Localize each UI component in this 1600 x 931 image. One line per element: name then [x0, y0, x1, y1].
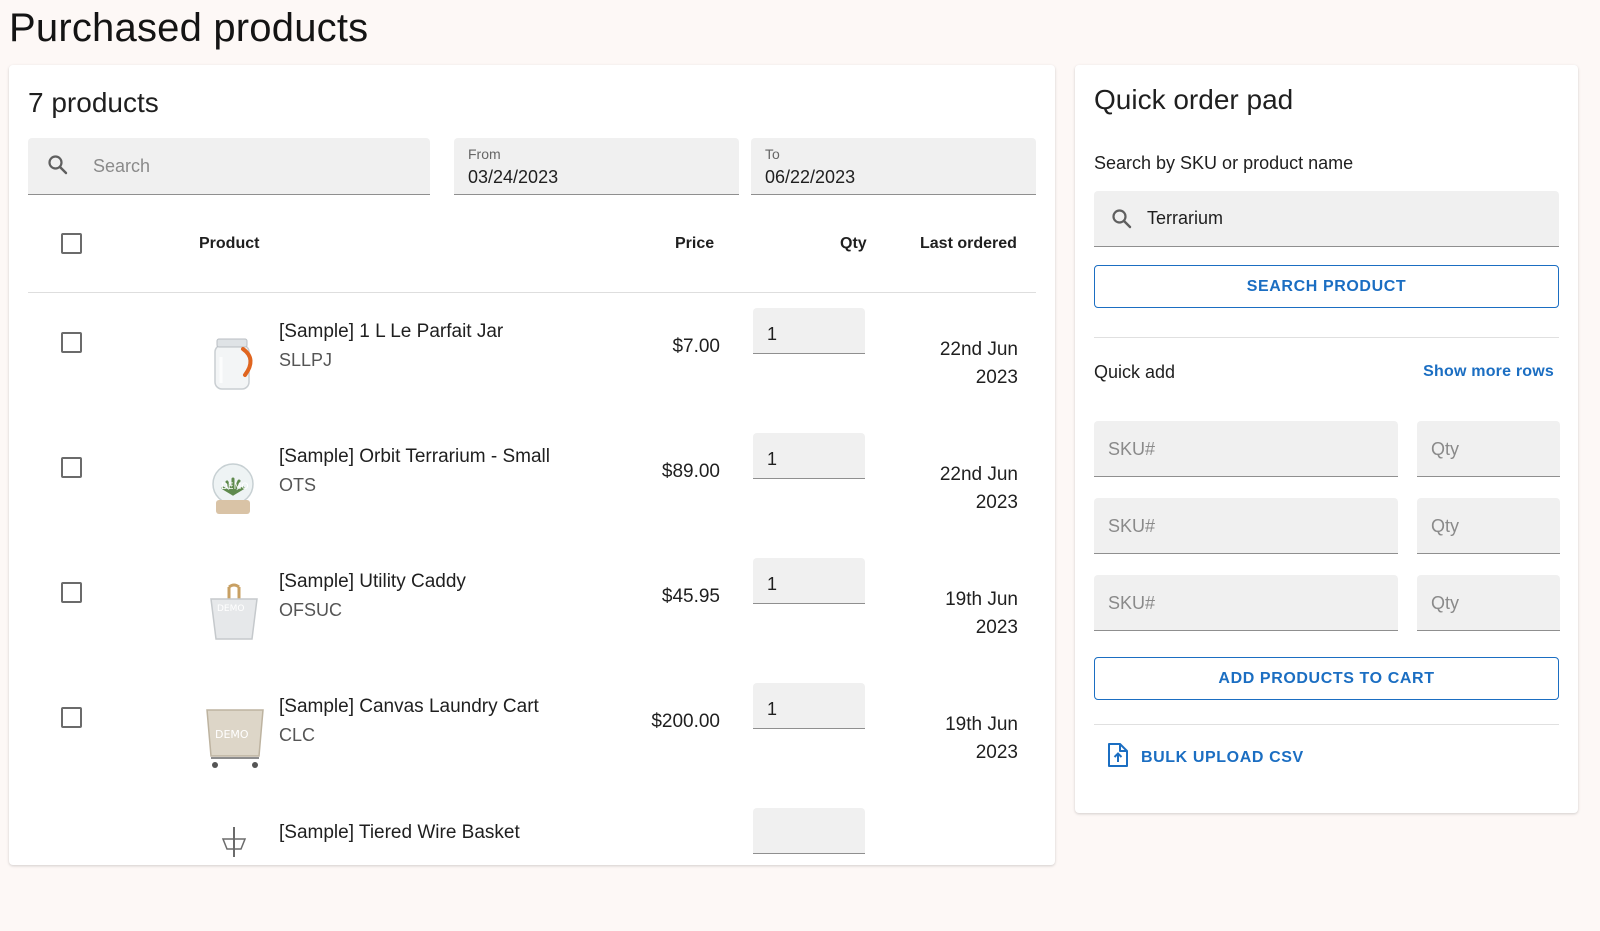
qty-value: 1 — [767, 449, 778, 469]
product-name[interactable]: [Sample] 1 L Le Parfait Jar — [279, 321, 503, 343]
qty-value: 1 — [767, 324, 778, 344]
last-ordered-day: 19th Jun — [945, 589, 1018, 610]
qty-placeholder: Qty — [1431, 439, 1460, 459]
sku-input[interactable]: SKU# — [1094, 498, 1398, 554]
svg-text:DEMO: DEMO — [221, 482, 248, 492]
product-price: $200.00 — [651, 711, 720, 732]
product-price: $89.00 — [661, 461, 720, 482]
search-icon — [1110, 207, 1134, 231]
to-date-field[interactable]: To 06/22/2023 — [751, 138, 1036, 195]
last-ordered: 19th Jun 2023 — [898, 586, 1018, 642]
sku-input[interactable]: SKU# — [1094, 575, 1398, 631]
product-name[interactable]: [Sample] Tiered Wire Basket — [279, 822, 520, 844]
from-date-field[interactable]: From 03/24/2023 — [454, 138, 739, 195]
qty-input[interactable]: Qty — [1417, 421, 1560, 477]
quick-order-title: Quick order pad — [1094, 84, 1294, 115]
table-row: [Sample] Tiered Wire Basket — [9, 807, 1055, 931]
last-ordered-day: 22nd Jun — [939, 464, 1018, 485]
terrarium-thumbnail: DEMO — [199, 452, 269, 522]
sku-placeholder: SKU# — [1108, 593, 1156, 613]
product-price: $45.95 — [661, 586, 720, 607]
jar-thumbnail — [199, 327, 269, 397]
sku-placeholder: SKU# — [1108, 439, 1156, 459]
header-product[interactable]: Product — [199, 235, 259, 253]
purchased-products-card: 7 products Search From 03/24/2023 To 06/… — [9, 65, 1055, 865]
last-ordered: 22nd Jun 2023 — [898, 461, 1018, 517]
product-name[interactable]: [Sample] Utility Caddy — [279, 571, 466, 593]
laundry-cart-thumbnail: DEMO — [199, 702, 269, 772]
qty-placeholder: Qty — [1431, 516, 1460, 536]
product-sku: CLC — [279, 725, 316, 745]
last-ordered-year: 2023 — [975, 617, 1018, 638]
sku-search-label: Search by SKU or product name — [1094, 153, 1354, 173]
search-placeholder: Search — [93, 156, 151, 176]
header-qty[interactable]: Qty — [840, 235, 867, 253]
qty-input[interactable]: 1 — [753, 558, 865, 604]
row-checkbox[interactable] — [61, 582, 82, 603]
caddy-thumbnail: DEMO — [199, 577, 269, 647]
header-price[interactable]: Price — [675, 235, 714, 253]
product-sku: OFSUC — [279, 600, 342, 620]
quick-order-pad-card: Quick order pad Search by SKU or product… — [1075, 65, 1578, 813]
svg-text:DEMO: DEMO — [215, 728, 249, 741]
page-title: Purchased products — [9, 6, 369, 50]
header-divider — [28, 292, 1036, 293]
last-ordered-year: 2023 — [975, 367, 1018, 388]
table-row: DEMO [Sample] Canvas Laundry Cart CLC $2… — [9, 682, 1055, 806]
bulk-upload-csv-button[interactable]: BULK UPLOAD CSV — [1107, 742, 1304, 773]
select-all-checkbox[interactable] — [61, 233, 82, 254]
row-checkbox[interactable] — [61, 707, 82, 728]
search-icon — [46, 153, 70, 177]
last-ordered: 22nd Jun 2023 — [898, 336, 1018, 392]
qty-placeholder: Qty — [1431, 593, 1460, 613]
header-last-ordered[interactable]: Last ordered — [920, 235, 1017, 253]
sku-placeholder: SKU# — [1108, 516, 1156, 536]
product-sku: OTS — [279, 475, 317, 495]
qty-input[interactable]: 1 — [753, 433, 865, 479]
table-row: [Sample] 1 L Le Parfait Jar SLLPJ $7.00 … — [9, 307, 1055, 431]
qty-input[interactable]: Qty — [1417, 575, 1560, 631]
sku-search-input[interactable]: Terrarium — [1094, 191, 1559, 247]
to-label: To — [765, 146, 780, 162]
qty-input[interactable]: 1 — [753, 683, 865, 729]
last-ordered-year: 2023 — [975, 742, 1018, 763]
section-divider — [1094, 337, 1559, 338]
from-label: From — [468, 146, 501, 162]
show-more-rows-link[interactable]: Show more rows — [1423, 363, 1554, 381]
qty-input[interactable]: 1 — [753, 308, 865, 354]
product-name[interactable]: [Sample] Orbit Terrarium - Small — [279, 446, 550, 468]
qty-input[interactable] — [753, 808, 865, 854]
last-ordered-day: 22nd Jun — [939, 339, 1018, 360]
last-ordered-year: 2023 — [975, 492, 1018, 513]
last-ordered-day: 19th Jun — [945, 714, 1018, 735]
to-value: 06/22/2023 — [765, 167, 856, 187]
quick-add-label: Quick add — [1094, 362, 1176, 382]
product-sku: SLLPJ — [279, 350, 333, 370]
qty-input[interactable]: Qty — [1417, 498, 1560, 554]
qty-value: 1 — [767, 574, 778, 594]
svg-text:DEMO: DEMO — [217, 604, 244, 614]
sku-input[interactable]: SKU# — [1094, 421, 1398, 477]
product-price: $7.00 — [672, 336, 720, 357]
sku-search-value: Terrarium — [1147, 208, 1224, 228]
qty-value: 1 — [767, 699, 778, 719]
table-row: DEMO [Sample] Orbit Terrarium - Small OT… — [9, 432, 1055, 556]
from-value: 03/24/2023 — [468, 167, 559, 187]
add-products-to-cart-button[interactable]: ADD PRODUCTS TO CART — [1094, 657, 1559, 700]
products-count: 7 products — [28, 87, 159, 118]
last-ordered: 19th Jun 2023 — [898, 711, 1018, 767]
wire-basket-thumbnail — [199, 827, 269, 897]
search-product-button[interactable]: SEARCH PRODUCT — [1094, 265, 1559, 308]
bulk-upload-label: BULK UPLOAD CSV — [1141, 748, 1304, 766]
file-upload-icon — [1107, 742, 1141, 773]
product-name[interactable]: [Sample] Canvas Laundry Cart — [279, 696, 539, 718]
table-row: DEMO [Sample] Utility Caddy OFSUC $45.95… — [9, 557, 1055, 681]
row-checkbox[interactable] — [61, 332, 82, 353]
section-divider — [1094, 724, 1559, 725]
row-checkbox[interactable] — [61, 457, 82, 478]
product-search-input[interactable]: Search — [28, 138, 430, 195]
